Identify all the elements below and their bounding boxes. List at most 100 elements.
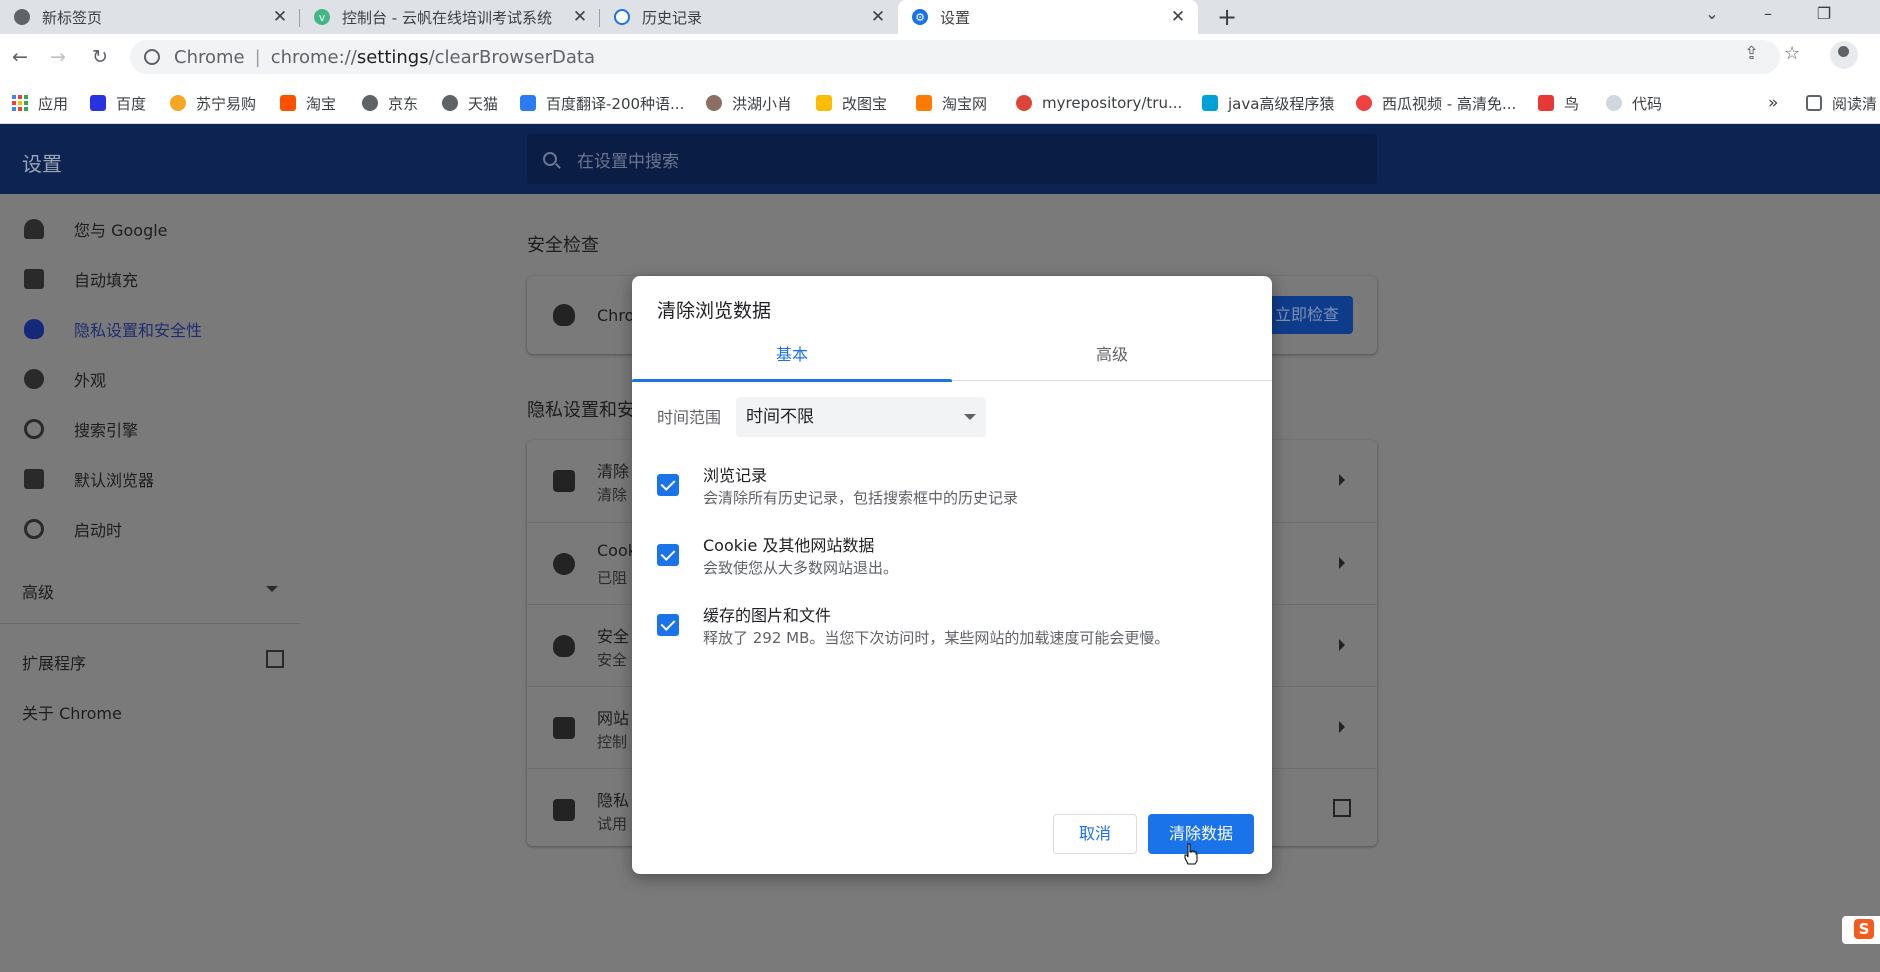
sidebar-advanced-toggle[interactable]: 高级	[22, 579, 280, 603]
tab-console[interactable]: v 控制台 - 云帆在线培训考试系统 ✕	[300, 0, 600, 34]
restore-icon[interactable]: ❐	[1796, 0, 1852, 30]
bookmark-gaitubao[interactable]: 改图宝	[816, 93, 887, 113]
omnibox-url: chrome://settings/clearBrowserData	[271, 47, 595, 68]
site-info-icon[interactable]	[144, 49, 160, 65]
sidebar-item-search-engine[interactable]: 搜索引擎	[0, 406, 300, 452]
browser-toolbar: ← → ↻ Chrome | chrome://settings/clearBr…	[0, 34, 1880, 80]
settings-header: 设置 在设置中搜索	[0, 124, 1880, 194]
history-icon	[614, 9, 630, 25]
sidebar-divider	[0, 623, 300, 624]
bookmarks-bar: 应用 百度 苏宁易购 淘宝 京东 天猫 百度翻译-200种语... 洪湖小肖 改…	[0, 80, 1880, 124]
sidebar-item-label: 启动时	[74, 521, 123, 540]
chevron-right-icon	[1339, 557, 1345, 569]
gear-icon: ⚙	[912, 9, 928, 25]
sogou-input-icon[interactable]	[1842, 916, 1880, 944]
close-icon[interactable]: ✕	[1168, 7, 1188, 27]
clear-data-button[interactable]: 清除数据	[1148, 814, 1254, 854]
bookmark-code[interactable]: 代码	[1606, 93, 1662, 113]
row-title: 隐私	[597, 791, 630, 810]
globe-icon	[442, 95, 458, 111]
sidebar-item-appearance[interactable]: 外观	[0, 356, 300, 402]
option-subtitle: 会致使您从大多数网站退出。	[703, 559, 899, 577]
safety-check-heading: 安全检查	[527, 235, 599, 256]
bookmark-label: 京东	[388, 94, 419, 113]
tab-settings[interactable]: ⚙ 设置 ✕	[898, 0, 1198, 34]
bookmark-taobao[interactable]: 淘宝	[280, 93, 336, 113]
taobao-icon	[916, 95, 932, 111]
bookmark-baidu-translate[interactable]: 百度翻译-200种语...	[520, 93, 684, 113]
bookmark-label: 阅读清	[1832, 94, 1878, 113]
sidebar-item-you-and-google[interactable]: 您与 Google	[0, 206, 300, 252]
bookmark-jd[interactable]: 京东	[362, 93, 418, 113]
sidebar-item-label: 自动填充	[74, 271, 139, 290]
tab-history[interactable]: 历史记录 ✕	[600, 0, 898, 34]
dialog-tabs: 基本 高级	[632, 338, 1272, 382]
cached-files-checkbox[interactable]	[657, 614, 679, 636]
settings-search-input[interactable]: 在设置中搜索	[527, 134, 1377, 184]
bookmark-bird[interactable]: 鸟	[1538, 93, 1579, 113]
profile-avatar-icon[interactable]	[1830, 41, 1858, 69]
bookmark-baidu[interactable]: 百度	[90, 93, 146, 113]
chevron-right-icon	[1339, 474, 1345, 486]
bookmark-star-icon[interactable]: ☆	[1784, 43, 1800, 64]
minimize-icon[interactable]: –	[1740, 0, 1796, 30]
sidebar-item-label: 您与 Google	[74, 221, 168, 240]
trash-icon	[553, 470, 575, 492]
sidebar-item-privacy[interactable]: 隐私设置和安全性	[0, 306, 300, 352]
new-tab-button[interactable]: +	[1212, 2, 1242, 32]
cookies-checkbox[interactable]	[657, 544, 679, 566]
vue-icon: v	[314, 9, 330, 25]
bookmark-honghu[interactable]: 洪湖小肖	[706, 93, 792, 113]
share-icon[interactable]: ⇪	[1744, 43, 1759, 64]
xigua-video-icon	[1356, 95, 1372, 111]
tab-title: 新标签页	[42, 8, 103, 27]
sidebar-item-default-browser[interactable]: 默认浏览器	[0, 456, 300, 502]
search-placeholder: 在设置中搜索	[577, 151, 679, 172]
reload-icon[interactable]: ↻	[86, 43, 114, 71]
close-icon[interactable]: ✕	[270, 7, 290, 27]
close-icon[interactable]: ✕	[868, 7, 888, 27]
sidebar-item-on-startup[interactable]: 启动时	[0, 506, 300, 552]
dialog-title: 清除浏览数据	[657, 300, 772, 322]
bookmark-tmall[interactable]: 天猫	[442, 93, 498, 113]
option-title: 缓存的图片和文件	[703, 606, 832, 625]
advanced-label: 高级	[22, 583, 55, 602]
address-bar[interactable]: Chrome | chrome://settings/clearBrowserD…	[130, 40, 1780, 74]
sidebar-item-about-chrome[interactable]: 关于 Chrome	[22, 700, 122, 724]
bookmark-myrepository[interactable]: myrepository/tru...	[1016, 93, 1182, 113]
sidebar-item-label: 隐私设置和安全性	[74, 321, 203, 340]
browsing-history-checkbox[interactable]	[657, 474, 679, 496]
shield-check-icon	[553, 304, 575, 326]
row-title: 安全	[597, 627, 630, 646]
row-subtitle: 清除	[597, 486, 628, 504]
close-icon[interactable]: ✕	[570, 7, 590, 27]
sidebar-item-extensions[interactable]: 扩展程序	[22, 650, 284, 674]
bookmark-apps[interactable]: 应用	[12, 93, 68, 113]
bookmark-label: myrepository/tru...	[1042, 94, 1183, 112]
bookmark-taobao-net[interactable]: 淘宝网	[916, 93, 987, 113]
chevron-down-icon	[266, 586, 278, 592]
cookie-icon	[553, 553, 575, 575]
bookmark-suning[interactable]: 苏宁易购	[170, 93, 256, 113]
sidebar-item-label: 搜索引擎	[74, 421, 139, 440]
dropdown-arrow-icon	[964, 414, 976, 420]
row-subtitle: 试用	[597, 815, 628, 833]
cancel-button[interactable]: 取消	[1053, 814, 1137, 854]
reading-list-button[interactable]: 阅读清	[1806, 93, 1877, 113]
time-range-value: 时间不限	[746, 407, 814, 427]
safety-check-text: Chro	[597, 306, 635, 325]
tab-new-tab[interactable]: 新标签页 ✕	[0, 0, 300, 34]
tab-search-chevron-icon[interactable]: ⌄	[1684, 0, 1740, 30]
time-range-select[interactable]: 时间不限	[736, 397, 986, 437]
sidebar-item-autofill[interactable]: 自动填充	[0, 256, 300, 302]
tab-advanced[interactable]: 高级	[952, 338, 1272, 381]
shield-icon	[553, 635, 575, 657]
bookmark-xigua[interactable]: 西瓜视频 - 高清免...	[1356, 93, 1516, 113]
forward-arrow-icon[interactable]: →	[44, 43, 72, 71]
back-arrow-icon[interactable]: ←	[6, 43, 34, 71]
tab-basic[interactable]: 基本	[632, 338, 952, 382]
bookmarks-overflow-button[interactable]: »	[1768, 93, 1778, 113]
bookmark-label: 改图宝	[842, 94, 888, 113]
bookmark-java[interactable]: java高级程序猿	[1202, 93, 1334, 113]
taobao-icon	[280, 95, 296, 111]
